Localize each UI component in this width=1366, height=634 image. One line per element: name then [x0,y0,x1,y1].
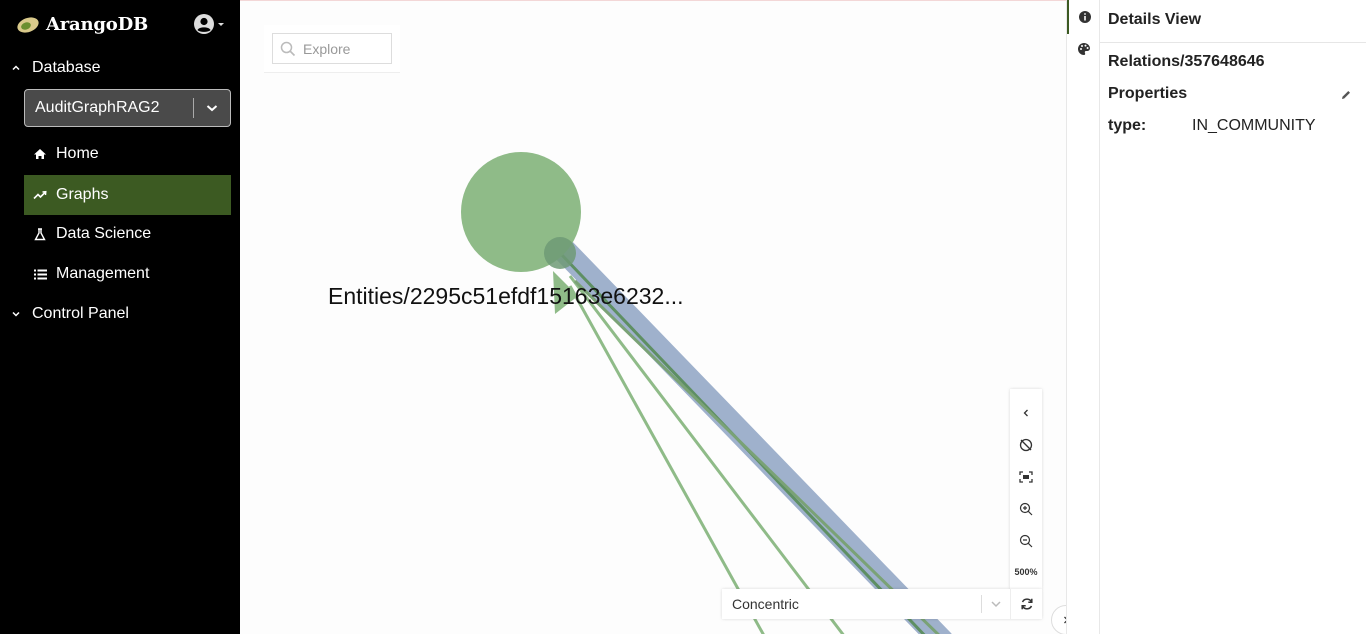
section-control-panel-label: Control Panel [32,305,129,322]
zoom-out-button[interactable] [1010,527,1042,555]
property-value: IN_COMMUNITY [1192,117,1316,134]
pencil-icon [1342,91,1350,99]
layout-select[interactable]: Concentric [722,589,1042,619]
chevron-down-icon[interactable] [982,600,1010,608]
document-id: Relations/357648646 [1108,53,1265,70]
flask-icon [24,227,56,241]
refresh-icon [1020,598,1033,610]
details-panel: Details View Relations/357648646 Propert… [1100,0,1366,634]
palette-icon [1077,43,1090,55]
brand-name: ArangoDB [46,13,149,35]
sidebar-item-data-science-label: Data Science [56,225,152,242]
user-menu[interactable] [193,13,227,35]
hide-icon [1019,438,1033,452]
zoom-in-button[interactable] [1010,495,1042,523]
sidebar-item-data-science[interactable]: Data Science [24,214,231,254]
zoom-out-icon [1019,534,1033,548]
collapse-toolbar-button[interactable] [1010,399,1042,427]
sidebar-item-management[interactable]: Management [24,254,231,294]
details-title: Details View [1108,11,1202,28]
explore-search-input[interactable] [303,40,387,57]
info-icon [1078,11,1091,23]
database-select-value: AuditGraphRAG2 [35,99,160,116]
graph-toolbar: 500% [1010,389,1042,589]
fit-screen-button[interactable] [1010,463,1042,491]
sidebar-item-home[interactable]: Home [24,134,231,174]
layout-select-value[interactable]: Concentric [722,596,981,612]
search-icon [273,41,303,57]
graph-edge[interactable] [568,275,848,634]
chevron-down-icon [0,309,32,319]
fit-screen-icon [1019,471,1033,483]
graph-view[interactable]: Entities/2295c51efdf15163e6232... [240,1,1066,634]
home-icon [24,148,56,160]
sidebar: ArangoDB Database AuditGraphRAG2 Home Gr… [0,0,240,634]
user-avatar-icon [194,14,214,34]
details-side-tabs [1066,0,1100,634]
zoom-in-icon [1019,502,1033,516]
sidebar-item-management-label: Management [56,265,150,282]
arangodb-logo-icon [17,17,39,33]
graph-edge-endpoint [544,237,576,269]
caret-down-icon [218,23,224,26]
chevron-down-icon [194,103,230,113]
brand[interactable]: ArangoDB [15,10,148,38]
chevron-left-icon [1023,409,1028,417]
chevron-up-icon [0,63,32,73]
tab-details[interactable] [1067,0,1100,34]
sidebar-item-graphs-label: Graphs [56,186,109,203]
explore-search-wrapper [264,25,400,73]
zoom-level: 500% [1014,567,1038,577]
database-select[interactable]: AuditGraphRAG2 [24,89,231,127]
refresh-layout-button[interactable] [1010,589,1042,619]
hide-button[interactable] [1010,431,1042,459]
graph-edge[interactable] [568,285,767,634]
graphs-icon [24,190,56,200]
section-database[interactable]: Database [0,53,240,83]
edit-properties-button[interactable] [1340,88,1352,106]
list-icon [24,269,56,280]
section-control-panel[interactable]: Control Panel [0,299,240,329]
node-label: Entities/2295c51efdf15163e6232... [328,283,684,309]
divider [1100,42,1366,43]
sidebar-item-home-label: Home [56,145,99,162]
explore-search[interactable] [272,33,392,64]
property-key: type: [1108,117,1147,134]
properties-title: Properties [1108,85,1188,102]
graph-canvas[interactable]: Entities/2295c51efdf15163e6232... 500% C… [240,0,1066,634]
section-database-label: Database [32,59,101,76]
tab-styling[interactable] [1067,32,1100,66]
sidebar-item-graphs[interactable]: Graphs [24,175,231,215]
